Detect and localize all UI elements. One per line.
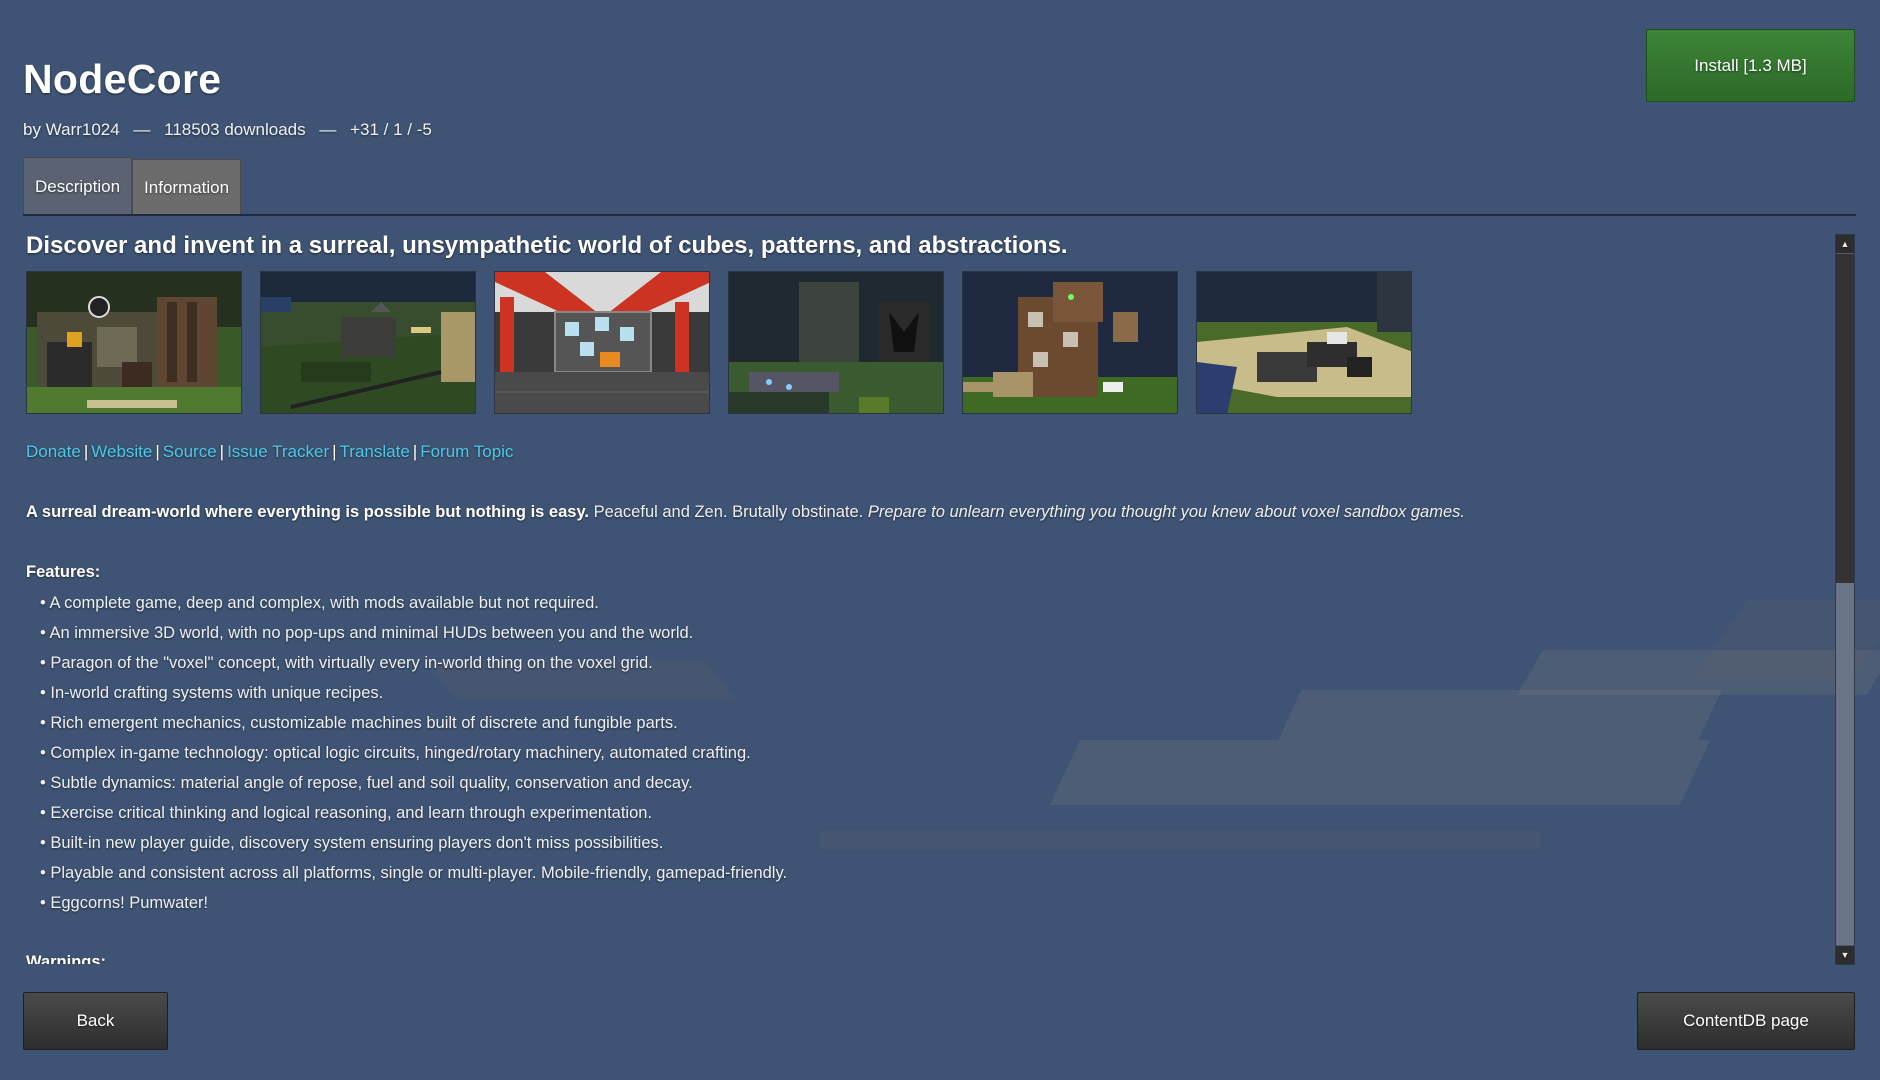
screenshot-4[interactable] (728, 271, 944, 414)
feature-item: • Built-in new player guide, discovery s… (40, 834, 664, 852)
intro-bold: A surreal dream-world where everything i… (26, 503, 589, 521)
description-headline: Discover and invent in a surreal, unsymp… (26, 232, 1068, 259)
feature-item: • Paragon of the "voxel" concept, with v… (40, 654, 653, 672)
feature-item: • An immersive 3D world, with no pop-ups… (40, 624, 694, 642)
feature-list: • A complete game, deep and complex, wit… (40, 593, 787, 923)
screenshot-1[interactable] (26, 271, 242, 414)
link-separator: | (412, 442, 418, 461)
feature-item: • Rich emergent mechanics, customizable … (40, 714, 678, 732)
scroll-up-icon[interactable]: ▲ (1836, 235, 1854, 253)
description-intro: A surreal dream-world where everything i… (26, 503, 1465, 522)
tab-information[interactable]: Information (132, 159, 242, 215)
back-button[interactable]: Back (23, 992, 168, 1050)
screenshot-6[interactable] (1196, 271, 1412, 414)
scrollbar-track[interactable] (1836, 583, 1854, 945)
contentdb-page-button[interactable]: ContentDB page (1637, 992, 1855, 1050)
link-website[interactable]: Website (91, 442, 152, 461)
features-heading: Features: (26, 563, 101, 581)
link-separator: | (332, 442, 337, 461)
screenshot-5[interactable] (962, 271, 1178, 414)
tab-description[interactable]: Description (23, 157, 133, 215)
feature-item: • A complete game, deep and complex, wit… (40, 594, 599, 612)
screenshot-2[interactable] (260, 271, 476, 414)
package-links: Donate | Website | Source | Issue Tracker | Tran… (26, 442, 513, 462)
link-issue-tracker[interactable]: Issue Tracker (227, 442, 329, 461)
feature-item: • Playable and consistent across all pla… (40, 864, 788, 882)
link-source[interactable]: Source (163, 442, 217, 461)
screenshot-3[interactable] (494, 271, 710, 414)
link-forum-topic[interactable]: Forum Topic (420, 442, 513, 461)
scroll-down-icon[interactable]: ▼ (1836, 946, 1854, 964)
separator: — (133, 120, 151, 139)
tab-bar: Description Information (23, 157, 242, 215)
link-donate[interactable]: Donate (26, 442, 81, 461)
link-separator: | (83, 442, 89, 461)
install-button[interactable]: Install [1.3 MB] (1646, 29, 1855, 102)
scrollbar-thumb[interactable] (1836, 254, 1854, 583)
package-title: NodeCore (23, 56, 222, 102)
link-separator: | (219, 442, 225, 461)
feature-item: • In-world crafting systems with unique … (40, 684, 384, 702)
separator: — (319, 120, 337, 139)
intro-plain: Peaceful and Zen. Brutally obstinate. (588, 503, 868, 521)
link-translate[interactable]: Translate (340, 442, 410, 461)
rating-summary: +31 / 1 / -5 (350, 120, 432, 139)
author-label: by Warr1024 (23, 120, 120, 139)
downloads-count: 118503 downloads (164, 120, 306, 139)
feature-item: • Subtle dynamics: material angle of rep… (40, 774, 693, 792)
feature-item: • Eggcorns! Pumwater! (40, 894, 209, 912)
link-separator: | (155, 442, 160, 461)
feature-item: • Complex in-game technology: optical lo… (40, 744, 751, 762)
description-scrollbar[interactable]: ▲ ▼ (1835, 234, 1855, 965)
intro-italic: Prepare to unlearn everything you though… (867, 503, 1465, 521)
description-panel[interactable]: Discover and invent in a surreal, unsymp… (26, 228, 1821, 964)
warnings-heading: Warnings: (26, 953, 107, 964)
feature-item: • Exercise critical thinking and logical… (40, 804, 653, 822)
tab-divider (23, 214, 1856, 216)
screenshot-gallery (26, 271, 1412, 414)
package-byline: by Warr1024 — 118503 downloads — +31 / 1… (23, 120, 432, 140)
